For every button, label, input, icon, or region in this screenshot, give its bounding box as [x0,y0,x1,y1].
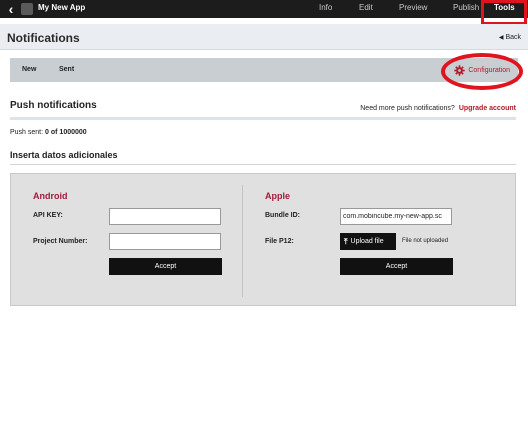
apple-accept-button[interactable]: Accept [340,258,453,275]
extra-data-title: Inserta datos adicionales [10,150,118,160]
push-sent-counter: Push sent: 0 of 1000000 [10,129,87,136]
upgrade-prompt: Need more push notifications? Upgrade acc… [360,105,516,112]
push-notifications-title: Push notifications [10,100,97,111]
api-key-label: API KEY: [33,212,63,219]
project-number-label: Project Number: [33,238,88,245]
top-bar: ‹ My New App Info Edit Preview Publish T… [0,0,528,18]
back-link[interactable]: ◀ Back [499,34,521,41]
upload-file-button[interactable]: ⤒ Upload file [340,233,396,250]
android-accept-button[interactable]: Accept [109,258,222,275]
page-header: Notifications ◀ Back [0,24,528,50]
upload-icon: ⤒ [344,237,348,246]
chevron-left-icon[interactable]: ‹ [4,1,18,17]
upgrade-account-link[interactable]: Upgrade account [459,105,516,112]
tab-sent[interactable]: Sent [59,66,74,73]
push-sent-value: 0 of 1000000 [45,129,87,136]
page-title: Notifications [7,31,80,45]
bundle-id-input[interactable] [340,208,452,225]
file-status-text: File not uploaded [402,238,449,244]
app-icon [21,3,33,15]
android-section-title: Android [33,191,68,201]
nav-preview[interactable]: Preview [399,3,427,12]
file-p12-label: File P12: [265,238,294,245]
upload-file-label: Upload file [350,238,384,245]
tab-new[interactable]: New [22,66,36,73]
configuration-highlight-ring [441,53,523,90]
nav-edit[interactable]: Edit [359,3,373,12]
apple-section-title: Apple [265,191,291,201]
push-sent-label: Push sent: [10,129,44,136]
back-label: Back [505,34,521,41]
project-number-input[interactable] [109,233,221,250]
bundle-id-label: Bundle ID: [265,212,300,219]
app-title: My New App [38,3,86,12]
tools-highlight-box [481,0,527,25]
nav-info[interactable]: Info [319,3,332,12]
section-divider [10,117,516,120]
api-key-input[interactable] [109,208,221,225]
panel-divider [242,185,243,297]
nav-publish[interactable]: Publish [453,3,479,12]
push-config-panel: Android API KEY: Project Number: Accept … [10,173,516,306]
section-divider-thin [10,164,516,165]
back-arrow-icon: ◀ [498,35,504,41]
need-more-text: Need more push notifications? [360,105,455,112]
